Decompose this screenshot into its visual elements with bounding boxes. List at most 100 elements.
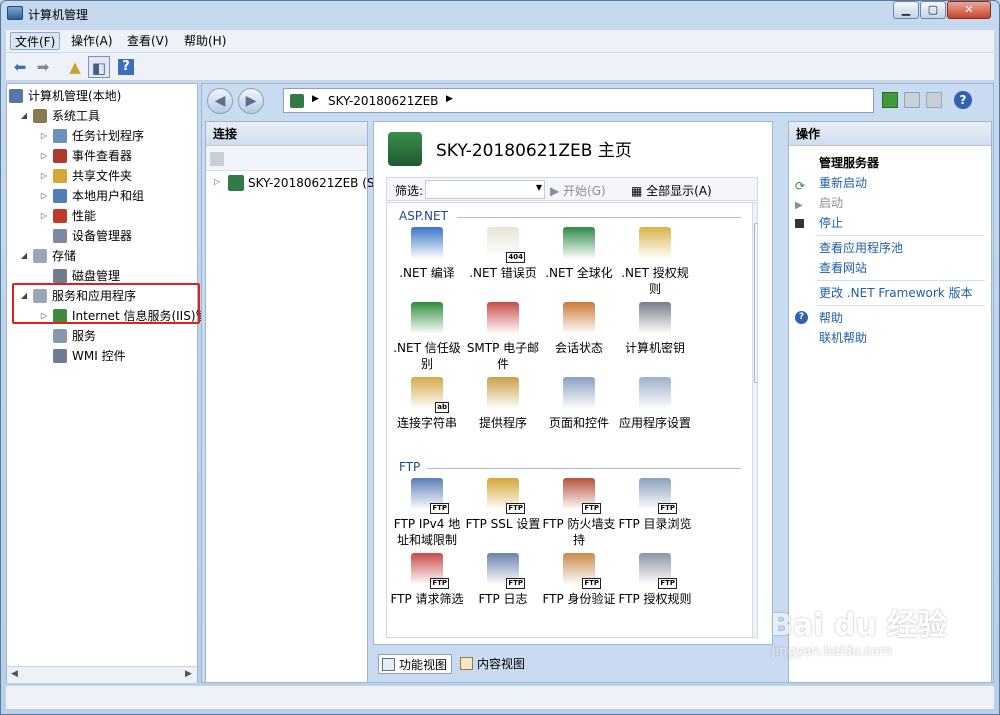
iis-help-icon[interactable]: ? [954, 91, 972, 109]
forward-icon[interactable]: ➡ [32, 56, 54, 78]
iis-forward-icon[interactable]: ▶ [238, 88, 264, 114]
section-header[interactable]: ASP.NET [399, 209, 448, 223]
up-folder-icon[interactable]: ▲ [64, 56, 86, 78]
tree-expander-icon[interactable]: ▷ [39, 126, 49, 146]
tab-content-view[interactable]: 内容视图 [457, 654, 529, 674]
tree-node-icon [53, 149, 67, 163]
stop-icon[interactable] [904, 92, 920, 108]
feature-item[interactable]: 提供程序 [465, 377, 541, 431]
menu-file[interactable]: 文件(F) [10, 32, 61, 50]
feature-item[interactable]: 应用程序设置 [617, 377, 693, 431]
dropdown-arrow-icon[interactable]: ▼ [536, 183, 542, 192]
tree-item[interactable]: WMI 控件 [7, 346, 197, 366]
start-filter-button[interactable]: ▶ 开始(G) [550, 182, 606, 199]
feature-item[interactable]: 计算机密钥 [617, 302, 693, 356]
server-node[interactable]: SKY-20180621ZEB (S [248, 176, 375, 190]
tree-node-icon [53, 209, 67, 223]
iis-back-icon[interactable]: ◀ [207, 88, 233, 114]
help-icon[interactable]: ? [118, 59, 134, 75]
address-bar[interactable]: ▶ SKY-20180621ZEB ▶ [283, 88, 874, 113]
tree-expander-icon[interactable]: ◢ [19, 106, 29, 126]
connect-icon[interactable] [210, 152, 224, 166]
scroll-thumb[interactable] [754, 223, 757, 383]
feature-item[interactable]: FTP FTP 防火墙支持 [541, 478, 617, 548]
feature-icon [639, 377, 671, 409]
scroll-left-icon[interactable]: ◀ [11, 669, 18, 679]
feature-icon: FTP [411, 553, 449, 589]
back-icon[interactable]: ⬅ [9, 56, 31, 78]
view-sites-link[interactable]: 查看网站 [819, 258, 867, 278]
home-icon[interactable] [926, 92, 942, 108]
menu-help[interactable]: 帮助(H) [180, 32, 230, 50]
feature-item[interactable]: 页面和控件 [541, 377, 617, 431]
feature-item[interactable]: FTP FTP 授权规则 [617, 553, 693, 607]
feature-label: .NET 全球化 [545, 266, 613, 280]
tree-item-label: WMI 控件 [72, 349, 126, 363]
feature-item[interactable]: 会话状态 [541, 302, 617, 356]
tree-item[interactable]: ◢ 存储 [7, 246, 197, 266]
tree-item[interactable]: ▷ 本地用户和组 [7, 186, 197, 206]
scroll-right-icon[interactable]: ▶ [185, 669, 192, 679]
view-app-pools-link[interactable]: 查看应用程序池 [819, 238, 903, 258]
connections-toolbar [206, 147, 367, 171]
maximize-button[interactable]: ▢ [920, 1, 946, 19]
tree-item[interactable]: ▷ 共享文件夹 [7, 166, 197, 186]
stop-action[interactable]: 停止 [795, 213, 843, 233]
online-help-link[interactable]: 联机帮助 [819, 328, 867, 348]
close-button[interactable]: ✕ [947, 1, 991, 19]
tree-item[interactable]: ▷ 性能 [7, 206, 197, 226]
feature-item[interactable]: 404 .NET 错误页 [465, 227, 541, 281]
address-text: SKY-20180621ZEB [328, 94, 439, 108]
help-action[interactable]: ? 帮助 [795, 308, 843, 328]
tab-features-view[interactable]: 功能视图 [378, 654, 453, 674]
tree-item[interactable]: ◢ 系统工具 [7, 106, 197, 126]
change-framework-link[interactable]: 更改 .NET Framework 版本 [819, 283, 973, 303]
tree-expander-icon[interactable]: ▷ [39, 146, 49, 166]
expand-arrow-icon[interactable]: ▷ [214, 177, 220, 186]
feature-item[interactable]: FTP FTP 日志 [465, 553, 541, 607]
start-action[interactable]: ▶ 启动 [795, 193, 843, 213]
grid-vertical-scrollbar[interactable] [752, 203, 757, 637]
tree-horizontal-scrollbar[interactable]: ◀ ▶ [7, 666, 197, 683]
toolbar: ⬅ ➡ ▲ ◧ ? [6, 53, 994, 81]
feature-item[interactable]: .NET 信任级别 [389, 302, 465, 372]
feature-icon: FTP [639, 478, 677, 514]
refresh-icon[interactable] [882, 92, 898, 108]
feature-item[interactable]: FTP FTP 身份验证 [541, 553, 617, 607]
content-view-icon [460, 657, 473, 670]
iis-manager: ◀ ▶ ▶ SKY-20180621ZEB ▶ ? 连接 ▷ SKY-20180… [201, 83, 994, 683]
tree-item[interactable]: 计算机管理(本地) [7, 86, 197, 106]
tree-expander-icon[interactable]: ◢ [19, 246, 29, 266]
feature-item[interactable]: FTP FTP 请求筛选 [389, 553, 465, 607]
feature-item[interactable]: FTP FTP SSL 设置 [465, 478, 541, 532]
feature-item[interactable]: FTP FTP 目录浏览 [617, 478, 693, 532]
feature-item[interactable]: .NET 全球化 [541, 227, 617, 281]
filter-input[interactable]: ▼ [425, 180, 545, 199]
restart-icon: ⟳ [795, 179, 806, 193]
feature-icon: 404 [487, 227, 525, 263]
feature-icon-tag: FTP [506, 578, 525, 589]
tree-item[interactable]: 服务 [7, 326, 197, 346]
feature-item[interactable]: ab 连接字符串 [389, 377, 465, 431]
menu-action[interactable]: 操作(A) [67, 32, 117, 50]
actions-title: 操作 [789, 122, 991, 146]
feature-item[interactable]: .NET 授权规则 [617, 227, 693, 297]
tree-item[interactable]: ▷ 事件查看器 [7, 146, 197, 166]
menu-view[interactable]: 查看(V) [123, 32, 173, 50]
tree-expander-icon[interactable]: ▷ [39, 186, 49, 206]
show-hide-tree-icon[interactable]: ◧ [88, 56, 110, 78]
tree-item[interactable]: ▷ 任务计划程序 [7, 126, 197, 146]
show-all-button[interactable]: ▦ 全部显示(A) [631, 182, 712, 199]
section-header[interactable]: FTP [399, 460, 420, 474]
minimize-button[interactable]: ▁ [893, 1, 919, 19]
tree-expander-icon[interactable]: ▷ [39, 166, 49, 186]
tree-item[interactable]: 设备管理器 [7, 226, 197, 246]
restart-action[interactable]: ⟳ 重新启动 [795, 173, 867, 193]
home-pane: SKY-20180621ZEB 主页 筛选: ▼ ▶ 开始(G) ▦ 全部显示(… [373, 121, 773, 645]
feature-item[interactable]: .NET 编译 [389, 227, 465, 281]
connections-pane: 连接 ▷ SKY-20180621ZEB (S [205, 121, 375, 683]
feature-icon: FTP [563, 478, 601, 514]
feature-item[interactable]: SMTP 电子邮件 [465, 302, 541, 372]
tree-expander-icon[interactable]: ▷ [39, 206, 49, 226]
feature-item[interactable]: FTP FTP IPv4 地址和域限制 [389, 478, 465, 548]
